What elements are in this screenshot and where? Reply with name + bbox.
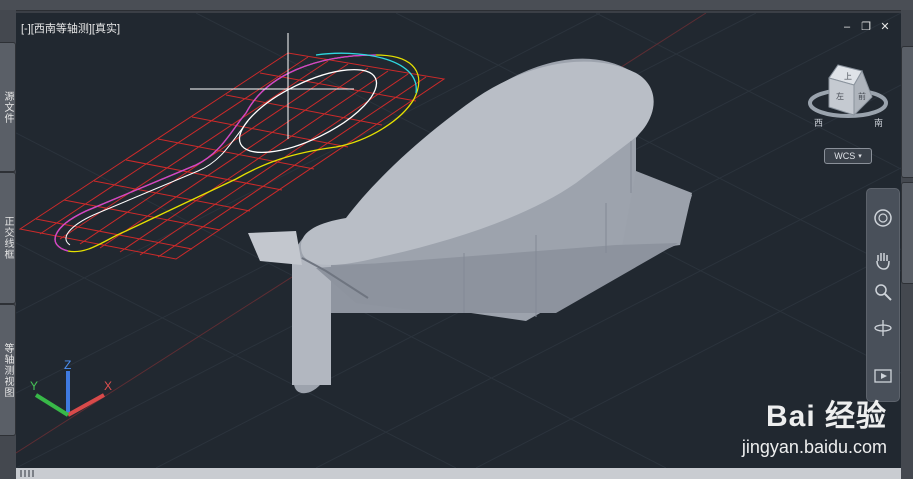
right-panel-tab-2[interactable] xyxy=(901,182,913,284)
showmotion-icon[interactable] xyxy=(872,365,894,387)
navigation-bar xyxy=(866,188,900,402)
solid-model xyxy=(248,58,692,394)
layout-tab-source[interactable]: 源文件 xyxy=(0,42,16,172)
ucs-x-label: X xyxy=(104,379,112,393)
layout-tab-iso-label: 等轴测视图 xyxy=(2,342,13,398)
pan-hand-icon[interactable] xyxy=(872,249,894,271)
zoom-icon[interactable] xyxy=(872,281,894,303)
ucs-z-label: Z xyxy=(64,358,71,372)
model-scene: 上 左 前 西 南 Z X Y xyxy=(16,13,901,468)
orbit-icon[interactable] xyxy=(872,317,894,339)
resize-grip[interactable] xyxy=(20,470,36,477)
layout-tab-source-label: 源文件 xyxy=(2,90,13,124)
viewcube-front-label: 前 xyxy=(858,91,866,101)
minimize-button[interactable]: ‒ xyxy=(841,21,853,33)
layout-tab-iso[interactable]: 等轴测视图 xyxy=(0,304,16,436)
close-button[interactable]: ✕ xyxy=(879,21,891,33)
layout-tab-ortho-label: 正交线框 xyxy=(2,216,13,260)
wcs-label: WCS xyxy=(834,151,856,161)
viewport-controls-label[interactable]: [-][西南等轴测][真实] xyxy=(21,20,120,36)
chevron-down-icon: ▾ xyxy=(858,153,862,160)
viewcube[interactable]: 上 左 前 西 南 xyxy=(808,64,888,128)
model-viewport[interactable]: 上 左 前 西 南 Z X Y [-][西南等轴测][真实] ‒ ❐ ✕ WCS… xyxy=(16,13,901,468)
compass-south-label: 南 xyxy=(874,117,883,128)
viewcube-left-label: 左 xyxy=(836,91,844,101)
layout-tab-ortho[interactable]: 正交线框 xyxy=(0,172,16,304)
ucs-icon: Z X Y xyxy=(30,358,112,417)
right-tab-strip xyxy=(901,10,913,479)
right-panel-tab-1[interactable] xyxy=(901,46,913,178)
viewport-window-controls: ‒ ❐ ✕ xyxy=(841,21,891,33)
top-toolbar-edge xyxy=(0,0,913,11)
compass-west-label: 西 xyxy=(814,118,823,128)
restore-button[interactable]: ❐ xyxy=(860,21,872,33)
wcs-menu-button[interactable]: WCS ▾ xyxy=(824,148,872,164)
ucs-y-label: Y xyxy=(30,379,38,393)
left-tab-strip: 源文件 正交线框 等轴测视图 xyxy=(0,10,16,479)
bottom-scroll-area[interactable] xyxy=(16,468,901,479)
viewcube-top-label: 上 xyxy=(844,72,852,81)
steering-wheel-icon[interactable] xyxy=(872,207,894,229)
